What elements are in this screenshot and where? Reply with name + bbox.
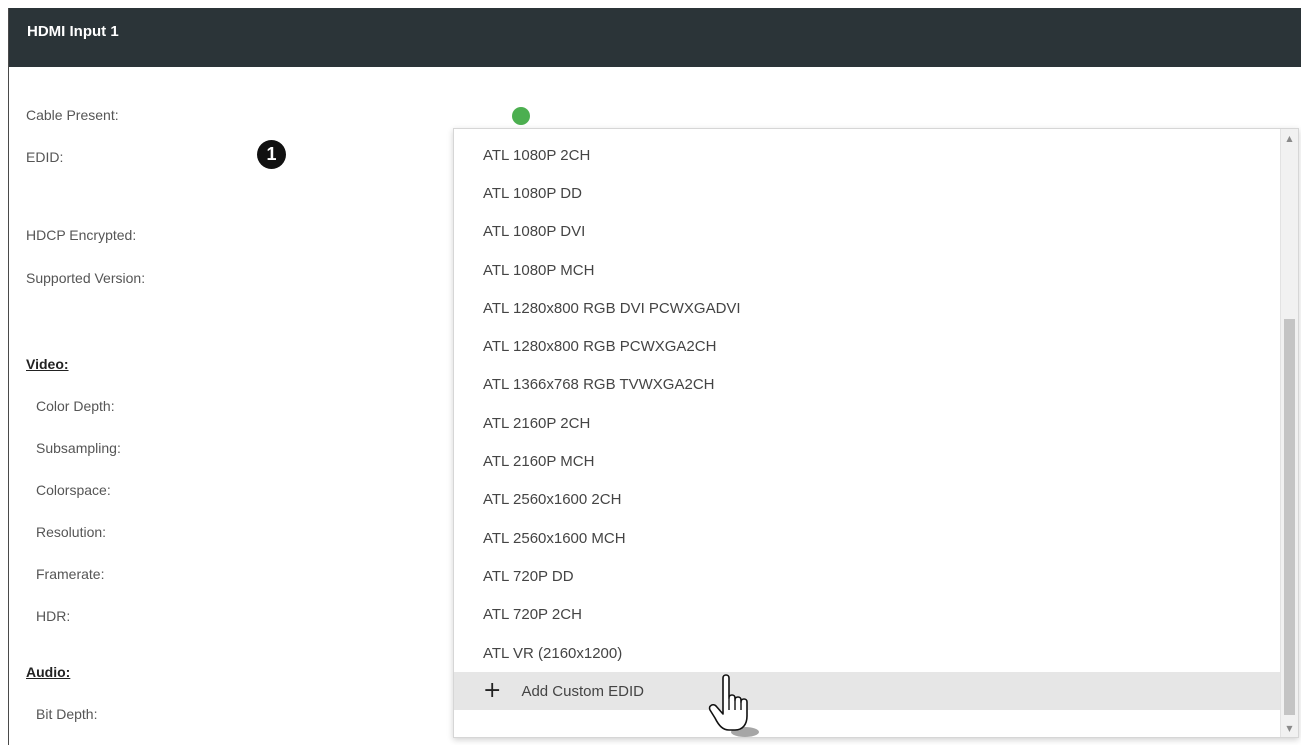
edid-option[interactable]: ATL 720P 2CH (454, 596, 1282, 634)
scroll-up-icon[interactable]: ▲ (1281, 131, 1298, 147)
scrollbar-thumb[interactable] (1284, 319, 1295, 715)
edid-option[interactable]: ATL 2560x1600 MCH (454, 519, 1282, 557)
edid-option[interactable]: ATL 1080P DVI (454, 213, 1282, 251)
edid-option[interactable]: ATL 2160P MCH (454, 442, 1282, 480)
edid-option[interactable]: ATL 1080P MCH (454, 251, 1282, 289)
scroll-down-icon[interactable]: ▼ (1281, 721, 1298, 737)
cable-present-label: Cable Present: (26, 107, 119, 123)
edid-option[interactable]: ATL 1280x800 RGB PCWXGA2CH (454, 327, 1282, 365)
dropdown-scrollbar[interactable]: ▲ ▼ (1280, 129, 1298, 737)
hdcp-encrypted-label: HDCP Encrypted: (26, 227, 137, 243)
edid-option[interactable]: ATL 1080P DD (454, 174, 1282, 212)
hdr-label: HDR: (36, 608, 71, 624)
video-section-heading: Video: (26, 356, 69, 372)
hdmi-input-panel: HDMI Input 1 Cable Present: EDID: 1 HDCP… (8, 8, 1301, 745)
edid-option[interactable]: ATL 1280x800 RGB DVI PCWXGADVI (454, 289, 1282, 327)
edid-option[interactable]: ATL 720P DD (454, 557, 1282, 595)
edid-option[interactable]: ATL 2160P 2CH (454, 404, 1282, 442)
hand-pointer-cursor-icon (708, 674, 759, 737)
supported-version-label: Supported Version: (26, 270, 146, 286)
edid-option[interactable]: ATL VR (2160x1200) (454, 634, 1282, 672)
subsampling-label: Subsampling: (36, 440, 121, 456)
edid-option[interactable]: ATL 2560x1600 2CH (454, 481, 1282, 519)
resolution-label: Resolution: (36, 524, 107, 540)
edid-dropdown-list[interactable]: ATL 1080P 2CH ATL 1080P DD ATL 1080P DVI… (453, 128, 1299, 738)
edid-options: ATL 1080P 2CH ATL 1080P DD ATL 1080P DVI… (454, 129, 1282, 711)
color-depth-label: Color Depth: (36, 398, 115, 414)
colorspace-label: Colorspace: (36, 482, 111, 498)
edid-label: EDID: (26, 149, 64, 165)
cable-status-indicator (512, 107, 530, 125)
edid-option[interactable]: ATL 1366x768 RGB TVWXGA2CH (454, 366, 1282, 404)
audio-section-heading: Audio: (26, 664, 71, 680)
add-custom-edid-label: Add Custom EDID (521, 682, 644, 700)
panel-header: HDMI Input 1 (9, 8, 1301, 67)
callout-badge: 1 (257, 140, 286, 169)
add-custom-edid-option[interactable]: + Add Custom EDID (454, 672, 1282, 711)
edid-option[interactable]: ATL 1080P 2CH (454, 136, 1282, 174)
bit-depth-label: Bit Depth: (36, 706, 98, 722)
plus-icon: + (483, 678, 502, 704)
framerate-label: Framerate: (36, 566, 105, 582)
